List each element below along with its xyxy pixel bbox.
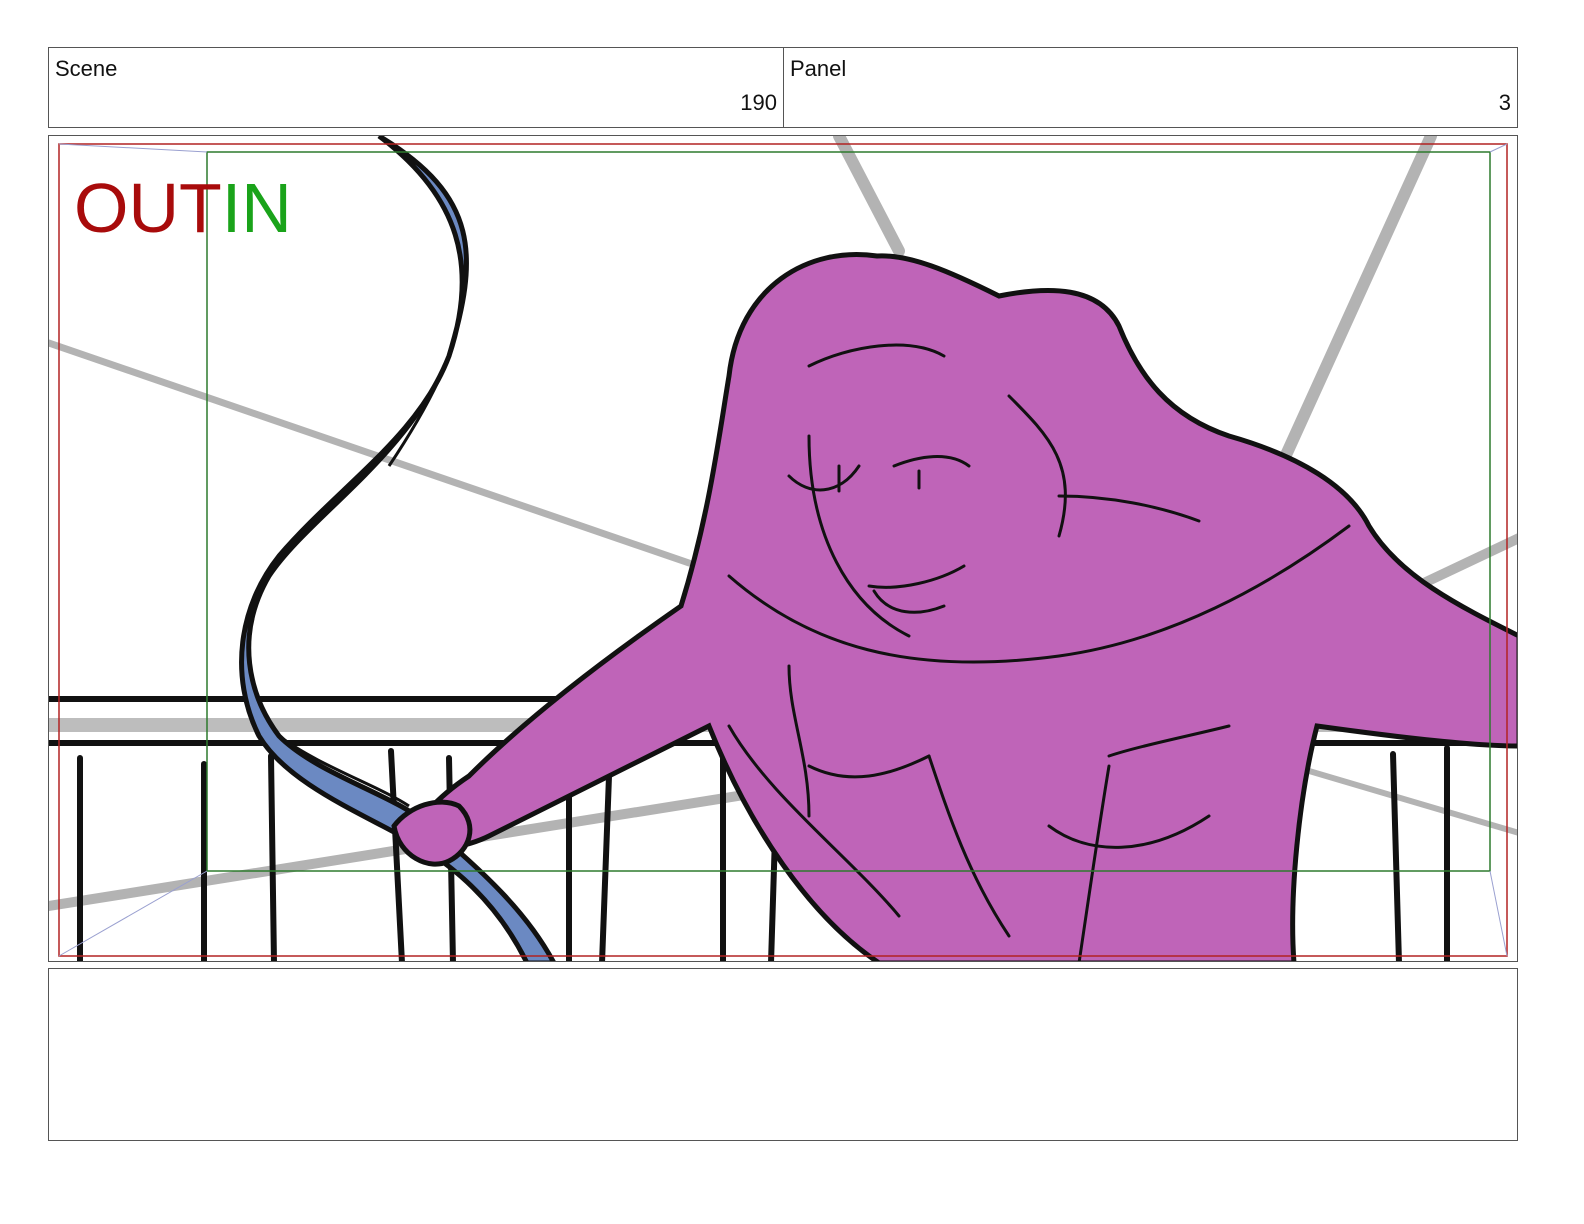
panel-header: Scene 190 Panel 3 — [48, 47, 1518, 128]
in-label: IN — [222, 169, 292, 247]
notes-box[interactable] — [48, 968, 1518, 1141]
panel-label: Panel — [790, 56, 847, 81]
scene-cell: Scene 190 — [49, 48, 784, 127]
frame-labels: OUTIN — [74, 169, 292, 247]
panel-number: 3 — [1498, 90, 1511, 115]
out-label: OUT — [74, 169, 222, 247]
panel-cell: Panel 3 — [784, 48, 1517, 127]
character-figure — [391, 252, 1517, 961]
storyboard-drawing: OUTIN — [49, 136, 1517, 961]
scene-label: Scene — [55, 56, 118, 81]
scene-number: 190 — [740, 90, 777, 115]
storyboard-frame: OUTIN — [48, 135, 1518, 962]
